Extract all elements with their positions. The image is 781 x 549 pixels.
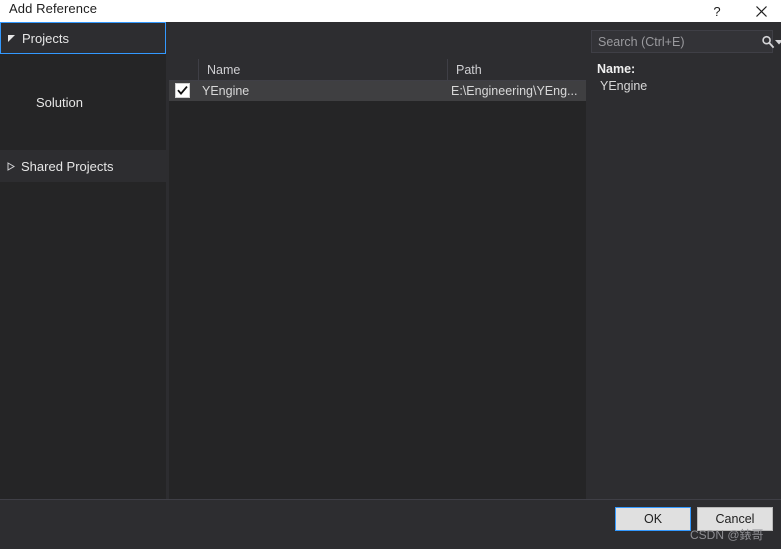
ok-button[interactable]: OK: [615, 507, 691, 531]
cancel-button[interactable]: Cancel: [697, 507, 773, 531]
help-button[interactable]: ?: [700, 0, 734, 22]
row-name-cell: YEngine: [202, 84, 250, 98]
checkmark-icon: [177, 85, 188, 96]
chevron-down-icon[interactable]: [775, 39, 781, 45]
search-box[interactable]: [591, 30, 781, 53]
sidebar-item-solution[interactable]: Solution: [0, 86, 166, 118]
list-header: Name Path: [169, 59, 586, 81]
search-input[interactable]: [592, 30, 761, 53]
dialog-title: Add Reference: [9, 1, 98, 16]
triangle-down-filled-icon[interactable]: [1, 34, 21, 43]
dialog-body: Projects Solution Shared Projects Name P…: [0, 22, 781, 517]
category-tree-panel: Projects Solution Shared Projects: [0, 22, 166, 499]
sidebar-item-shared-projects[interactable]: Shared Projects: [0, 150, 166, 182]
close-button[interactable]: [744, 0, 778, 22]
sidebar-item-label: Shared Projects: [21, 158, 114, 174]
detail-panel: Name: YEngine: [586, 22, 781, 499]
table-row[interactable]: YEngine E:\Engineering\YEng...: [169, 81, 586, 101]
column-header-path[interactable]: Path: [447, 59, 586, 80]
column-header-check[interactable]: [169, 59, 198, 80]
sidebar-item-label: Projects: [22, 30, 69, 46]
title-bar: Add Reference ?: [0, 0, 781, 22]
add-reference-dialog: Add Reference ? Projects Solution Shared…: [0, 0, 781, 549]
sidebar-item-label: Solution: [36, 94, 83, 110]
triangle-right-outline-icon[interactable]: [0, 161, 20, 171]
question-mark-icon: ?: [713, 3, 721, 19]
dialog-footer: OK Cancel: [0, 499, 781, 549]
detail-name-label: Name:: [597, 62, 636, 76]
detail-name-value: YEngine: [600, 79, 648, 93]
close-icon: [755, 5, 768, 18]
magnifier-icon[interactable]: [761, 35, 775, 49]
sidebar-item-projects[interactable]: Projects: [0, 22, 166, 54]
row-path-cell: E:\Engineering\YEng...: [451, 84, 578, 98]
reference-list-panel: Name Path YEngine E:\Engineering\YEng...: [169, 59, 586, 517]
row-checkbox[interactable]: [175, 83, 190, 98]
column-header-name[interactable]: Name: [198, 59, 447, 80]
